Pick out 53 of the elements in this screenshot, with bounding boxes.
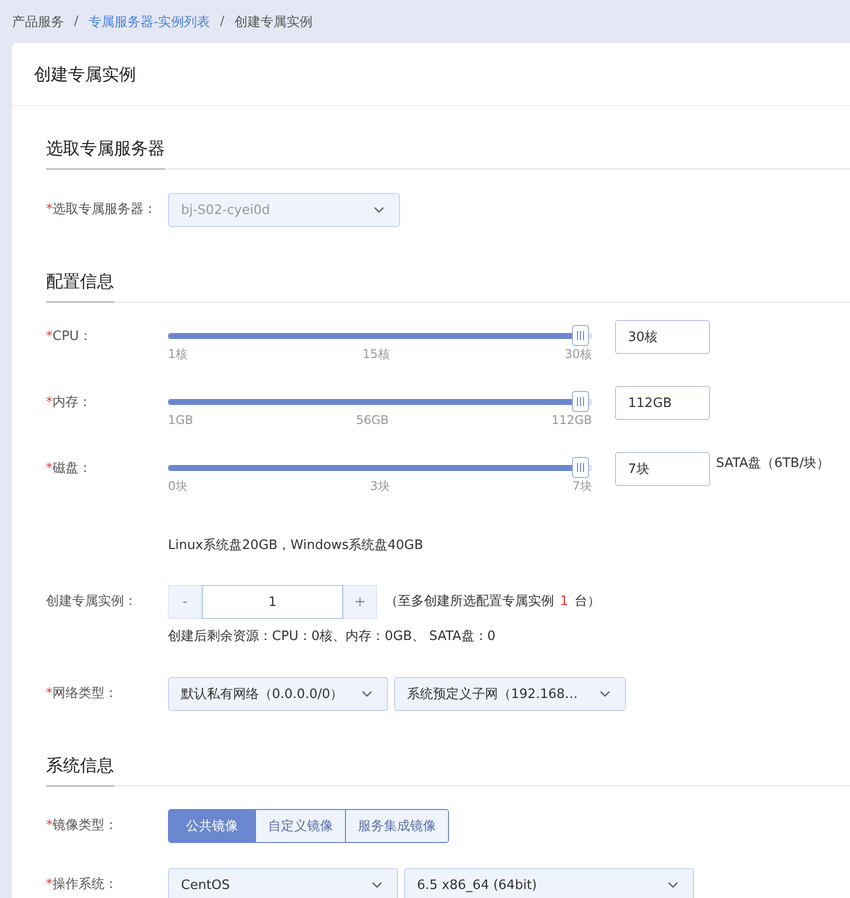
slider-handle[interactable]	[572, 325, 589, 346]
tick-label: 0块	[168, 478, 188, 494]
value-input[interactable]: 112GB	[615, 386, 710, 420]
section-title: 选取专属服务器	[46, 137, 165, 170]
quantity-hint: （至多创建所选配置专属实例 1 台）	[385, 593, 600, 611]
grip-icon	[577, 397, 584, 406]
field-label: *网络类型：	[46, 685, 118, 703]
tick-label: 7块	[572, 478, 592, 494]
required-mark: *	[46, 202, 52, 217]
image-type-tab[interactable]: 服务集成镜像	[345, 810, 448, 842]
field-label: *镜像类型：	[46, 817, 118, 835]
quantity-input[interactable]: 1	[202, 585, 343, 619]
field-label: *CPU：	[46, 328, 93, 346]
required-mark: *	[46, 395, 52, 410]
value-input[interactable]: 7块	[615, 452, 710, 486]
breadcrumb-item: 产品服务	[12, 14, 64, 30]
section-title: 系统信息	[46, 754, 114, 787]
tick-label: 56GB	[356, 412, 389, 428]
required-mark: *	[46, 686, 52, 701]
value-input[interactable]: 30核	[615, 320, 710, 354]
required-mark: *	[46, 877, 52, 892]
page-title: 创建专属实例	[34, 64, 136, 86]
required-mark: *	[46, 818, 52, 833]
grip-icon	[577, 331, 584, 340]
slider-handle[interactable]	[572, 391, 589, 412]
field-label: 创建专属实例：	[46, 593, 138, 611]
tick-label: 30核	[564, 346, 592, 362]
slider-handle[interactable]	[572, 457, 589, 478]
os-select[interactable]: CentOS	[168, 868, 398, 898]
tick-label: 112GB	[552, 412, 592, 428]
section-title: 配置信息	[46, 270, 114, 303]
network-select[interactable]: 默认私有网络（0.0.0.0/0）	[168, 677, 388, 711]
remaining-resources: 创建后剩余资源：CPU：0核、内存：0GB、 SATA盘：0	[168, 628, 497, 646]
tick-label: 1GB	[168, 412, 194, 428]
breadcrumb-separator: /	[74, 14, 78, 29]
system-disk-note: Linux系统盘20GB，Windows系统盘40GB	[168, 537, 424, 555]
breadcrumb-separator: /	[220, 14, 224, 29]
os-select[interactable]: 6.5 x86_64 (64bit)	[404, 868, 694, 898]
breadcrumb-item: 创建专属实例	[234, 14, 312, 30]
field-label: *内存：	[46, 394, 92, 412]
field-label: *磁盘：	[46, 460, 92, 478]
tick-label: 15核	[362, 346, 390, 362]
required-mark: *	[46, 461, 52, 476]
image-type-tab[interactable]: 自定义镜像	[255, 810, 345, 842]
tick-label: 1核	[168, 346, 188, 362]
network-select[interactable]: 系统预定义子网（192.168…	[394, 677, 626, 711]
image-type-tab[interactable]: 公共镜像	[169, 810, 255, 842]
tick-label: 3块	[370, 478, 390, 494]
required-mark: *	[46, 329, 52, 344]
field-label: *选取专属服务器：	[46, 201, 158, 219]
grip-icon	[577, 463, 584, 472]
unit-note: SATA盘（6TB/块）	[716, 455, 830, 473]
field-label: *操作系统：	[46, 876, 118, 894]
